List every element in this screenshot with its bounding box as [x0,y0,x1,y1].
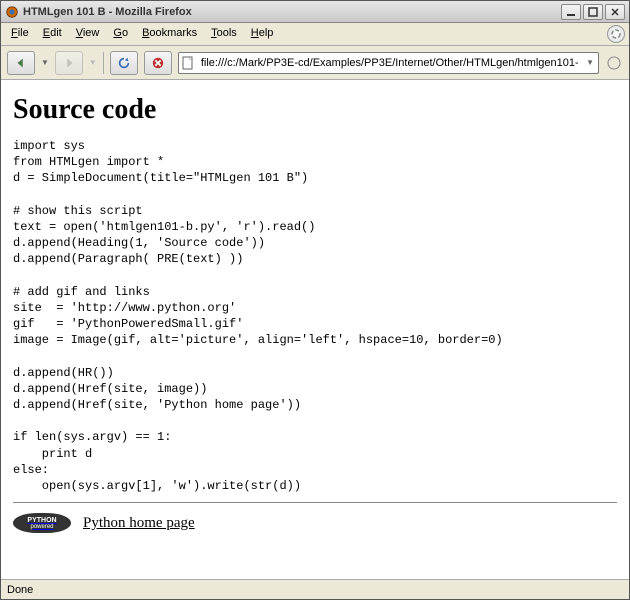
link-row: PYTHON powered Python home page [13,513,617,533]
minimize-button[interactable] [561,4,581,20]
close-button[interactable] [605,4,625,20]
stop-button[interactable] [144,51,172,75]
reload-button[interactable] [110,51,138,75]
throbber-icon [607,25,625,43]
badge-line2: powered [30,524,53,530]
go-button[interactable] [605,54,623,72]
chevron-down-icon[interactable]: ▼ [41,58,49,67]
page-content: Source code import sys from HTMLgen impo… [1,80,629,579]
python-powered-badge[interactable]: PYTHON powered [13,513,71,533]
dropdown-icon[interactable]: ▼ [584,58,596,67]
menu-tools[interactable]: Tools [205,25,243,43]
forward-button[interactable] [55,51,83,75]
status-text: Done [7,584,33,596]
toolbar: ▼ ▼ ▼ [1,46,629,80]
page-icon [181,56,195,70]
statusbar: Done [1,579,629,599]
menu-go[interactable]: Go [107,25,134,43]
titlebar: HTMLgen 101 B - Mozilla Firefox [1,1,629,23]
app-icon [5,5,19,19]
window-controls [561,4,625,20]
toolbar-separator [103,52,104,74]
source-code-block: import sys from HTMLgen import * d = Sim… [13,138,617,494]
menu-view[interactable]: View [70,25,106,43]
url-bar[interactable]: ▼ [178,52,599,74]
menu-help[interactable]: Help [245,25,280,43]
back-button[interactable] [7,51,35,75]
browser-window: HTMLgen 101 B - Mozilla Firefox File Edi… [0,0,630,600]
maximize-button[interactable] [583,4,603,20]
chevron-down-icon[interactable]: ▼ [89,58,97,67]
python-home-link[interactable]: Python home page [83,515,195,532]
menu-bookmarks[interactable]: Bookmarks [136,25,203,43]
page-title: Source code [13,94,617,126]
menu-file[interactable]: File [5,25,35,43]
menu-edit[interactable]: Edit [37,25,68,43]
horizontal-rule [13,502,617,503]
url-input[interactable] [199,56,580,70]
menubar: File Edit View Go Bookmarks Tools Help [1,23,629,46]
window-title: HTMLgen 101 B - Mozilla Firefox [23,6,557,18]
badge-line1: PYTHON [27,517,56,524]
